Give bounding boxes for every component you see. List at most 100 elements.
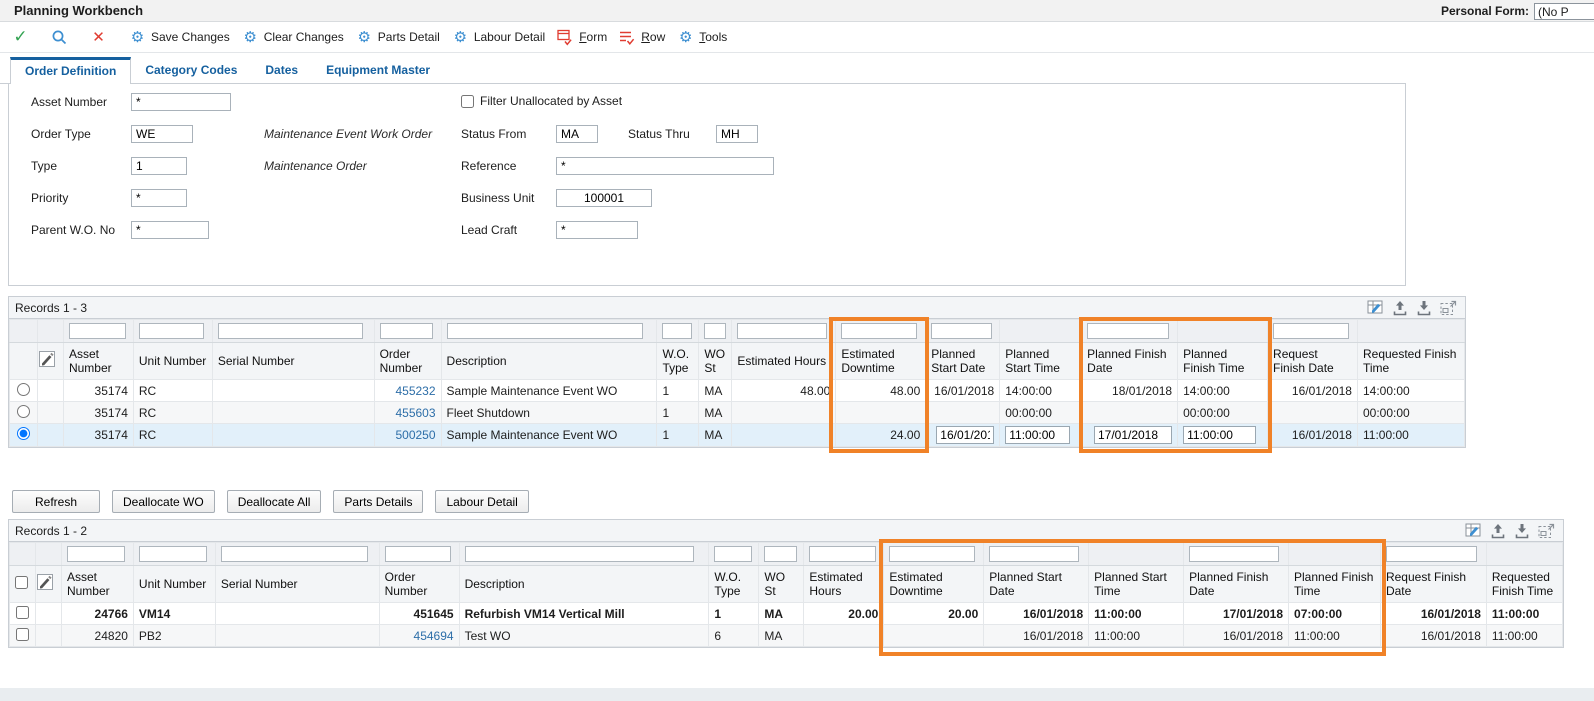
column-header-serial-number[interactable]: Serial Number (215, 566, 379, 603)
filter-input-unit-number[interactable] (139, 546, 207, 562)
filter-input-planned-start-date[interactable] (989, 546, 1079, 562)
column-header-wo-st[interactable]: WO St (699, 343, 732, 380)
row-select-radio[interactable] (17, 405, 30, 418)
filter-input-serial-number[interactable] (218, 323, 363, 339)
filter-input-request-finish-date[interactable] (1386, 546, 1477, 562)
personal-form-select[interactable]: (No P (1534, 3, 1594, 20)
planned-start-time-input[interactable] (1005, 426, 1070, 444)
planned-finish-date-input[interactable] (1094, 426, 1172, 444)
row-menu-button[interactable]: Row (613, 27, 671, 48)
column-header-wo-st[interactable]: WO St (759, 566, 804, 603)
column-header-request-finish-date[interactable]: Request Finish Date (1268, 343, 1358, 380)
column-header-estimated-downtime[interactable]: Estimated Downtime (836, 343, 926, 380)
export-grid-icon[interactable] (1490, 523, 1506, 539)
row-select-checkbox[interactable] (16, 628, 29, 641)
column-header-estimated-hours[interactable]: Estimated Hours (804, 566, 884, 603)
column-header-estimated-hours[interactable]: Estimated Hours (732, 343, 836, 380)
labour-detail-button[interactable]: ⚙Labour Detail (446, 27, 551, 48)
deallocate-wo-button[interactable]: Deallocate WO (112, 490, 215, 513)
type-field[interactable] (131, 157, 187, 175)
column-header-unit-number[interactable]: Unit Number (133, 566, 215, 603)
column-header-serial-number[interactable]: Serial Number (212, 343, 374, 380)
column-header-order-number[interactable]: Order Number (374, 343, 441, 380)
planned-start-date-input[interactable] (936, 426, 994, 444)
order-type-field[interactable] (131, 125, 193, 143)
column-header-planned-start-date[interactable]: Planned Start Date (984, 566, 1089, 603)
column-header-estimated-downtime[interactable]: Estimated Downtime (884, 566, 984, 603)
form-menu-button[interactable]: Form (551, 27, 613, 48)
column-header-w-o-type[interactable]: W.O. Type (709, 566, 759, 603)
column-header-planned-start-date[interactable]: Planned Start Date (926, 343, 1000, 380)
refresh-button[interactable]: Refresh (12, 490, 100, 513)
column-header-w-o-type[interactable]: W.O. Type (657, 343, 699, 380)
filter-input-w-o-type[interactable] (714, 546, 751, 562)
column-header-description[interactable]: Description (459, 566, 709, 603)
column-header-asset-number[interactable]: Asset Number (61, 566, 133, 603)
row-select-checkbox[interactable] (16, 606, 29, 619)
deallocate-all-button[interactable]: Deallocate All (227, 490, 322, 513)
filter-input-estimated-downtime[interactable] (841, 323, 917, 339)
column-header-requested-finish-time[interactable]: Requested Finish Time (1357, 343, 1464, 380)
status-thru-field[interactable] (716, 125, 758, 143)
filter-input-description[interactable] (447, 323, 644, 339)
column-header-planned-finish-time[interactable]: Planned Finish Time (1178, 343, 1268, 380)
tab-order-definition[interactable]: Order Definition (10, 57, 131, 84)
column-header-order-number[interactable]: Order Number (379, 566, 459, 603)
column-header-asset-number[interactable]: Asset Number (63, 343, 133, 380)
parent-wo-field[interactable] (131, 221, 209, 239)
lead-craft-field[interactable] (556, 221, 638, 239)
tab-dates[interactable]: Dates (251, 58, 312, 83)
ok-check-button[interactable]: ✓ (6, 27, 35, 48)
order-number-link[interactable]: 454694 (414, 629, 454, 643)
status-from-field[interactable] (556, 125, 598, 143)
expand-grid-icon[interactable] (1538, 523, 1555, 539)
filter-input-request-finish-date[interactable] (1273, 323, 1349, 339)
find-button[interactable] (45, 27, 74, 48)
order-number-link[interactable]: 500250 (395, 428, 435, 442)
column-header-request-finish-date[interactable]: Request Finish Date (1380, 566, 1486, 603)
row-select-radio[interactable] (17, 427, 30, 440)
order-number-link[interactable]: 455603 (395, 406, 435, 420)
asset-number-field[interactable] (131, 93, 231, 111)
filter-input-planned-start-date[interactable] (931, 323, 991, 339)
tab-category-codes[interactable]: Category Codes (131, 58, 251, 83)
import-grid-icon[interactable] (1514, 523, 1530, 539)
filter-input-unit-number[interactable] (139, 323, 204, 339)
filter-input-estimated-hours[interactable] (737, 323, 826, 339)
customize-grid-icon[interactable] (1465, 523, 1482, 538)
order-number-link[interactable]: 455232 (395, 384, 435, 398)
filter-input-asset-number[interactable] (69, 323, 126, 339)
priority-field[interactable] (131, 189, 187, 207)
expand-grid-icon[interactable] (1440, 300, 1457, 316)
customize-grid-icon[interactable] (1367, 300, 1384, 315)
labour-detail-button[interactable]: Labour Detail (435, 490, 528, 513)
filter-input-estimated-hours[interactable] (809, 546, 875, 562)
filter-unallocated-checkbox[interactable] (461, 95, 474, 108)
filter-input-wo-st[interactable] (704, 323, 725, 339)
filter-input-order-number[interactable] (385, 546, 451, 562)
import-grid-icon[interactable] (1416, 300, 1432, 316)
tab-equipment-master[interactable]: Equipment Master (312, 58, 444, 83)
filter-input-serial-number[interactable] (221, 546, 368, 562)
filter-input-planned-finish-date[interactable] (1087, 323, 1169, 339)
business-unit-field[interactable] (556, 189, 652, 207)
column-header-planned-finish-date[interactable]: Planned Finish Date (1184, 566, 1289, 603)
filter-input-wo-st[interactable] (764, 546, 797, 562)
cancel-button[interactable]: ✕ (84, 27, 113, 48)
parts-details-button[interactable]: Parts Details (333, 490, 423, 513)
filter-input-order-number[interactable] (380, 323, 434, 339)
filter-input-planned-finish-date[interactable] (1189, 546, 1279, 562)
clear-changes-button[interactable]: ⚙Clear Changes (236, 27, 350, 48)
filter-input-estimated-downtime[interactable] (889, 546, 974, 562)
planned-finish-time-input[interactable] (1183, 426, 1256, 444)
column-header-planned-start-time[interactable]: Planned Start Time (1089, 566, 1184, 603)
filter-input-w-o-type[interactable] (662, 323, 692, 339)
row-select-radio[interactable] (17, 383, 30, 396)
parts-detail-button[interactable]: ⚙Parts Detail (350, 27, 446, 48)
column-header-unit-number[interactable]: Unit Number (133, 343, 212, 380)
export-grid-icon[interactable] (1392, 300, 1408, 316)
select-all-checkbox[interactable] (15, 576, 28, 589)
save-changes-button[interactable]: ⚙Save Changes (123, 27, 236, 48)
column-header-planned-start-time[interactable]: Planned Start Time (1000, 343, 1082, 380)
column-header-requested-finish-time[interactable]: Requested Finish Time (1486, 566, 1562, 603)
